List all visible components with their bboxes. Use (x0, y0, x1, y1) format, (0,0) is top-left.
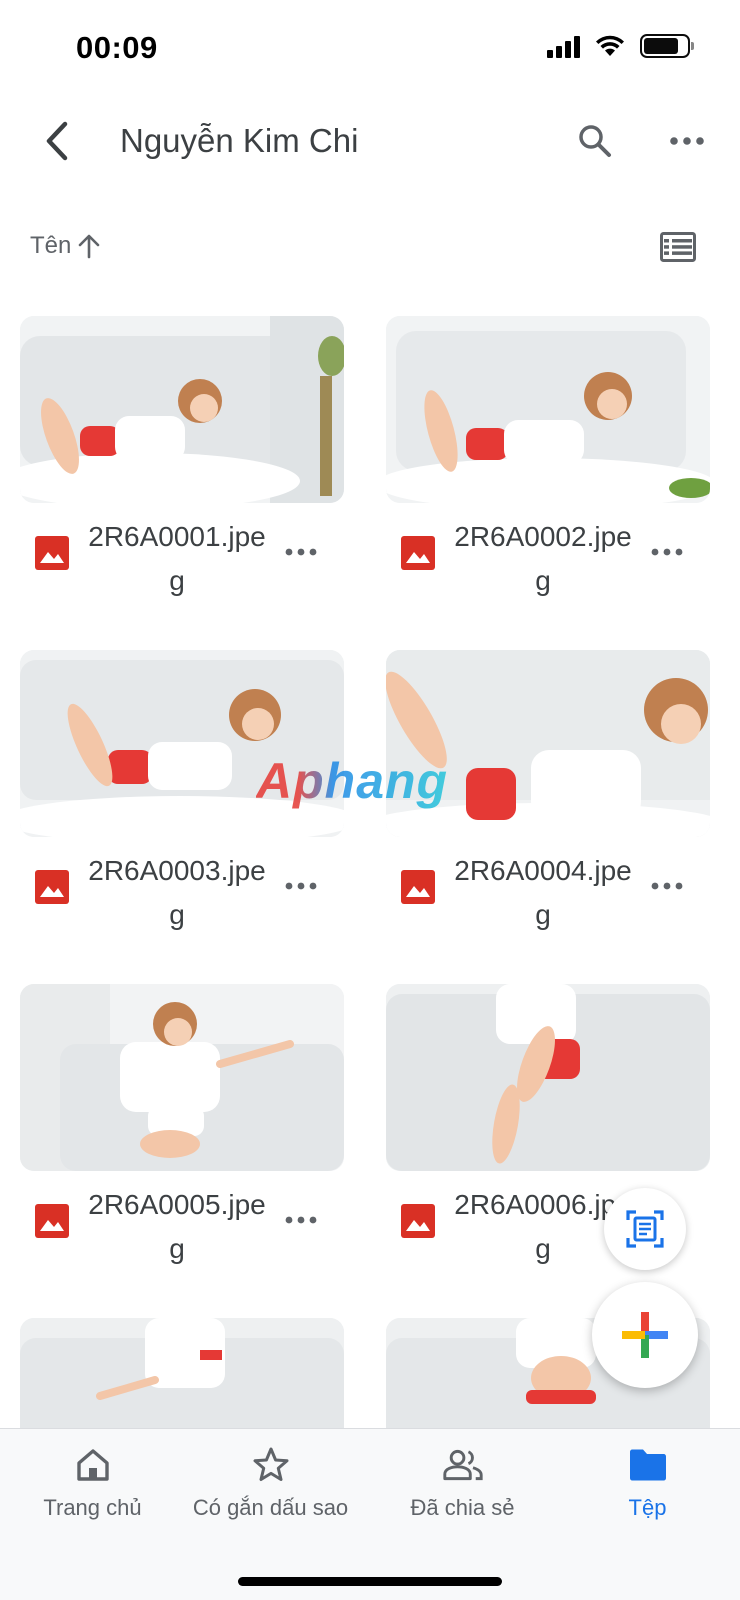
more-horizontal-icon (285, 1216, 317, 1224)
file-more-button[interactable] (642, 537, 692, 567)
home-icon (76, 1449, 109, 1481)
more-horizontal-icon (670, 137, 704, 145)
image-file-icon (401, 1204, 435, 1238)
file-more-button[interactable] (276, 537, 326, 567)
file-info-row: 2R6A0002.jpeg (386, 511, 710, 621)
nav-label: Trang chủ (43, 1495, 142, 1520)
image-file-icon (35, 536, 69, 570)
star-icon (253, 1447, 288, 1481)
nav-label: Có gắn dấu sao (192, 1495, 349, 1520)
image-thumbnail (20, 316, 344, 503)
list-view-icon (660, 232, 696, 262)
arrow-back-icon (46, 121, 68, 161)
signal-icon (547, 34, 580, 58)
nav-label: Tệp (628, 1495, 667, 1520)
sort-button[interactable]: Tên (30, 232, 101, 260)
file-info-row: 2R6A0004.jpeg (386, 845, 710, 955)
list-view-button[interactable] (660, 232, 700, 268)
nav-label: Đã chia sẻ (410, 1495, 515, 1520)
file-card[interactable]: 2R6A0003.jpeg (20, 650, 344, 970)
sort-label: Tên (30, 232, 72, 259)
more-options-button[interactable] (662, 116, 712, 166)
more-horizontal-icon (285, 548, 317, 556)
file-info-row: 2R6A0005.jpeg (20, 1179, 344, 1289)
image-file-icon (401, 870, 435, 904)
nav-item-home[interactable]: Trang chủ (0, 1445, 185, 1535)
more-horizontal-icon (285, 882, 317, 890)
file-name: 2R6A0004.jpeg (454, 855, 632, 930)
bottom-navigation: Trang chủ Có gắn dấu sao Đã chia sẻ Tệp (0, 1428, 740, 1600)
file-more-button[interactable] (276, 1205, 326, 1235)
app-header: Nguyễn Kim Chi (0, 96, 740, 196)
file-card[interactable]: 2R6A0005.jpeg (20, 984, 344, 1304)
file-name: 2R6A0001.jpeg (88, 521, 266, 596)
new-button[interactable] (592, 1282, 698, 1388)
file-more-button[interactable] (276, 871, 326, 901)
file-more-button[interactable] (642, 871, 692, 901)
page-title: Nguyễn Kim Chi (120, 122, 359, 159)
image-thumbnail (386, 984, 710, 1171)
watermark: Aphang (256, 753, 449, 809)
arrow-up-icon (79, 234, 100, 259)
more-horizontal-icon (651, 882, 683, 890)
sort-row: Tên (0, 220, 740, 280)
wifi-icon (596, 35, 624, 56)
file-card[interactable]: 2R6A0002.jpeg (386, 316, 710, 636)
file-name: 2R6A0002.jpeg (454, 521, 632, 596)
status-icons (547, 34, 694, 58)
nav-item-starred[interactable]: Có gắn dấu sao (178, 1445, 363, 1535)
folder-icon (629, 1449, 666, 1481)
file-name: 2R6A0003.jpeg (88, 855, 266, 930)
image-thumbnail (386, 316, 710, 503)
status-bar: 00:09 (0, 0, 740, 96)
search-icon (579, 125, 611, 157)
more-horizontal-icon (651, 548, 683, 556)
file-info-row: 2R6A0003.jpeg (20, 845, 344, 955)
people-icon (442, 1449, 483, 1481)
document-scan-icon (626, 1210, 664, 1248)
search-button[interactable] (570, 116, 620, 166)
file-card[interactable]: 2R6A0001.jpeg (20, 316, 344, 636)
image-thumbnail (20, 1318, 344, 1428)
file-grid: 2R6A0001.jpeg 2R6A0002.jpeg 2R6A0003.jpe… (20, 316, 720, 1428)
scan-button[interactable] (604, 1188, 686, 1270)
status-time: 00:09 (76, 30, 158, 65)
battery-icon (640, 34, 694, 58)
image-file-icon (35, 870, 69, 904)
image-file-icon (401, 536, 435, 570)
nav-item-files[interactable]: Tệp (555, 1445, 740, 1535)
file-card[interactable] (20, 1318, 344, 1428)
plus-icon (622, 1312, 668, 1358)
file-info-row: 2R6A0001.jpeg (20, 511, 344, 621)
nav-item-shared[interactable]: Đã chia sẻ (370, 1445, 555, 1535)
file-name: 2R6A0005.jpeg (88, 1189, 266, 1264)
home-indicator (238, 1577, 502, 1586)
image-thumbnail (20, 984, 344, 1171)
file-card[interactable]: 2R6A0004.jpeg (386, 650, 710, 970)
image-file-icon (35, 1204, 69, 1238)
back-button[interactable] (32, 116, 82, 166)
